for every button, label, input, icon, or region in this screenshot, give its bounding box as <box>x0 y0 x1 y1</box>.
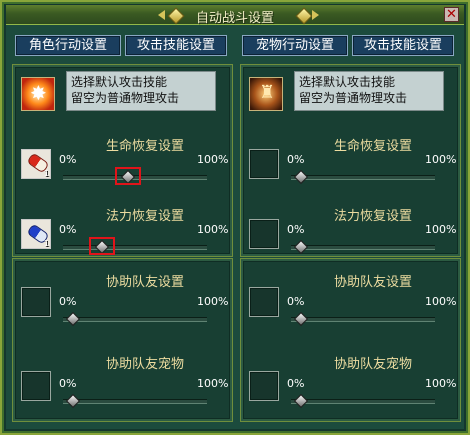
character-recovery-panel: ✸ 选择默认攻击技能 留空为普通物理攻击 生命恢复设置 1 0% 100% 法力… <box>12 64 233 257</box>
character-assist-pet-max-label: 100% <box>197 377 229 390</box>
character-assist-pet-title: 协助队友宠物 <box>105 357 184 372</box>
pet-assist-pet-min-label: 0% <box>287 377 305 390</box>
pet-assist-panel: 协助队友设置 0% 100% 协助队友宠物 0% 100% <box>240 258 461 422</box>
character-hp-item-count: 1 <box>43 169 49 178</box>
pet-hp-min-label: 0% <box>287 153 305 166</box>
pet-recovery-panel: ♜ 选择默认攻击技能 留空为普通物理攻击 生命恢复设置 0% 100% 法力恢复… <box>240 64 461 257</box>
character-assist-team-max-label: 100% <box>197 295 229 308</box>
pet-attack-info: 选择默认攻击技能 留空为普通物理攻击 <box>294 71 444 111</box>
window-title: 自动战斗设置 <box>195 11 274 26</box>
character-hp-min-label: 0% <box>59 153 77 166</box>
title-bar[interactable]: 自动战斗设置 ✕ <box>6 5 464 26</box>
character-assist-team-slider-track[interactable] <box>63 317 207 322</box>
pet-assist-team-max-label: 100% <box>425 295 457 308</box>
pet-mp-slider-track[interactable] <box>291 245 435 250</box>
pet-mp-slider-thumb[interactable] <box>294 239 309 255</box>
character-assist-pet-slider-track[interactable] <box>63 399 207 404</box>
pet-assist-team-slider-thumb[interactable] <box>294 311 309 327</box>
pet-hp-title: 生命恢复设置 <box>333 139 412 154</box>
tab-character-action[interactable]: 角色行动设置 <box>15 35 121 56</box>
character-mp-slider-track[interactable] <box>63 245 207 250</box>
pet-attack-info-line1: 选择默认攻击技能 <box>299 75 396 89</box>
character-hp-title: 生命恢复设置 <box>105 139 184 154</box>
pet-hp-slider-track[interactable] <box>291 175 435 180</box>
tab-pet-action[interactable]: 宠物行动设置 <box>242 35 348 56</box>
character-mp-item-count: 1 <box>43 239 49 248</box>
character-attack-info-line2: 留空为普通物理攻击 <box>71 91 180 105</box>
pet-mp-max-label: 100% <box>425 223 457 236</box>
character-assist-team-slider-thumb[interactable] <box>66 311 81 327</box>
character-hp-max-label: 100% <box>197 153 229 166</box>
character-attack-info: 选择默认攻击技能 留空为普通物理攻击 <box>66 71 216 111</box>
pet-assist-team-title: 协助队友设置 <box>333 275 412 290</box>
pet-mp-title: 法力恢复设置 <box>333 209 412 224</box>
character-attack-info-line1: 选择默认攻击技能 <box>71 75 168 89</box>
title-right-arrow-icon <box>312 10 319 20</box>
close-icon: ✕ <box>446 7 457 22</box>
tab-character-attack-skill[interactable]: 攻击技能设置 <box>125 35 227 56</box>
pet-assist-pet-title: 协助队友宠物 <box>333 357 412 372</box>
character-assist-team-slot[interactable] <box>21 287 51 317</box>
character-assist-pet-slider-thumb[interactable] <box>66 393 81 409</box>
pet-assist-pet-slot[interactable] <box>249 371 279 401</box>
auto-battle-window: 自动战斗设置 ✕ 角色行动设置 攻击技能设置 宠物行动设置 攻击技能设置 ✸ 选… <box>0 0 470 435</box>
pet-assist-pet-max-label: 100% <box>425 377 457 390</box>
pet-hp-max-label: 100% <box>425 153 457 166</box>
character-assist-pet-min-label: 0% <box>59 377 77 390</box>
pet-mp-min-label: 0% <box>287 223 305 236</box>
character-assist-team-title: 协助队友设置 <box>105 275 184 290</box>
character-hp-item-slot[interactable]: 1 <box>21 149 51 179</box>
claw-skill-icon: ♜ <box>259 82 276 103</box>
burst-skill-icon: ✸ <box>30 81 47 105</box>
pet-mp-item-slot[interactable] <box>249 219 279 249</box>
pet-assist-team-slot[interactable] <box>249 287 279 317</box>
character-mp-max-label: 100% <box>197 223 229 236</box>
character-mp-slider-highlight <box>88 237 115 255</box>
character-attack-skill-slot[interactable]: ✸ <box>21 77 55 111</box>
close-button[interactable]: ✕ <box>444 7 459 22</box>
character-mp-title: 法力恢复设置 <box>105 209 184 224</box>
character-mp-item-slot[interactable]: 1 <box>21 219 51 249</box>
pet-assist-team-min-label: 0% <box>287 295 305 308</box>
tab-pet-attack-skill[interactable]: 攻击技能设置 <box>352 35 454 56</box>
pet-attack-skill-slot[interactable]: ♜ <box>249 77 283 111</box>
character-mp-min-label: 0% <box>59 223 77 236</box>
character-assist-team-min-label: 0% <box>59 295 77 308</box>
pet-hp-item-slot[interactable] <box>249 149 279 179</box>
character-hp-slider-highlight <box>114 167 141 185</box>
pet-assist-team-slider-track[interactable] <box>291 317 435 322</box>
pet-assist-pet-slider-track[interactable] <box>291 399 435 404</box>
character-assist-panel: 协助队友设置 0% 100% 协助队友宠物 0% 100% <box>12 258 233 422</box>
pet-assist-pet-slider-thumb[interactable] <box>294 393 309 409</box>
pet-hp-slider-thumb[interactable] <box>294 169 309 185</box>
character-assist-pet-slot[interactable] <box>21 371 51 401</box>
pet-attack-info-line2: 留空为普通物理攻击 <box>299 91 408 105</box>
